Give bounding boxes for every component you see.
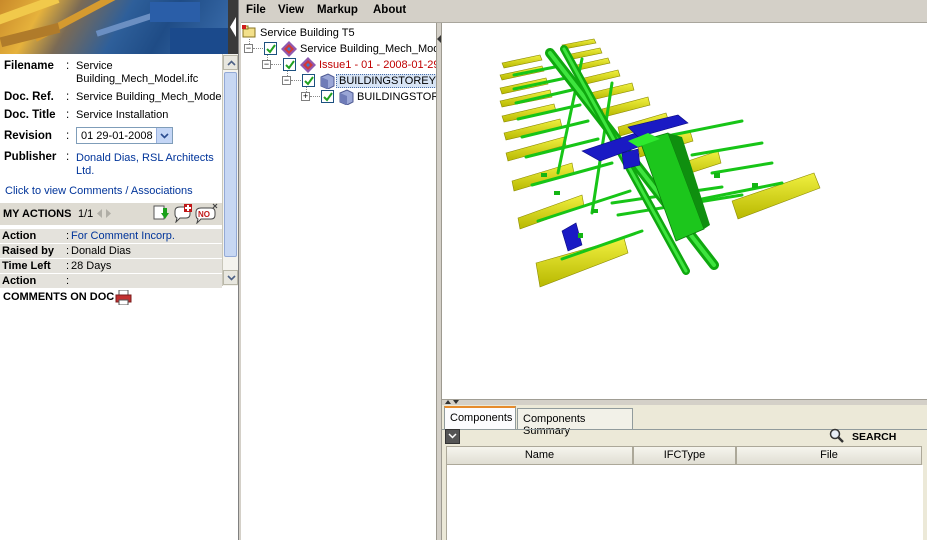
publisher-link[interactable]: Donald Dias, RSL Architects Ltd. [76,152,216,178]
components-table-body[interactable] [446,465,923,540]
ifc-issue-icon [300,57,316,73]
publisher-label: Publisher [4,151,57,163]
print-icon[interactable] [115,290,132,305]
model-tree: Service Building T5 − Service Building_M… [241,23,436,540]
checkmark-icon [304,76,314,86]
details-scrollbar[interactable] [222,54,239,286]
collapse-panel-button[interactable] [228,0,238,54]
time-left-row: Time Left : 28 Days [0,259,222,273]
colon: : [66,130,70,142]
storey-icon [320,73,335,89]
3d-model-viewer[interactable] [442,23,927,399]
comments-on-doc-title: COMMENTS ON DOC [3,291,115,303]
action-value-link[interactable]: For Comment Incorp. [71,230,175,242]
action-row: Action : For Comment Incorp. [0,229,222,243]
action-label: Action [2,230,37,242]
add-comment-icon[interactable] [173,204,193,223]
time-left-label: Time Left [2,260,51,272]
filename-label: Filename [4,60,54,72]
model-checkbox[interactable] [264,42,277,55]
no-label: NO [198,210,210,219]
colon: : [66,260,70,272]
tab-components-summary[interactable]: Components Summary [517,408,633,437]
collapse-storey-toggle[interactable]: − [282,76,291,85]
chevron-down-icon [448,433,457,439]
raised-by-row: Raised by : Donald Dias [0,244,222,258]
tree-storey-selected[interactable]: BUILDINGSTOREY [336,74,436,88]
raised-by-value: Donald Dias [71,245,131,257]
colon: : [66,60,70,72]
actions-pager: 1/1 [78,208,94,220]
download-document-icon[interactable] [152,205,170,223]
storey-checkbox[interactable] [302,74,315,87]
tab-components[interactable]: Components [444,406,516,429]
action-label: Action [2,275,37,287]
menu-view[interactable]: View [278,4,304,16]
scroll-down-button[interactable] [223,270,238,285]
checkmark-icon [285,60,295,70]
doctitle-value: Service Installation [76,109,169,121]
chevron-down-icon [227,275,236,281]
search-icon[interactable] [829,428,845,444]
revision-value: 01 29-01-2008 [81,130,153,142]
checkmark-icon [266,44,276,54]
my-actions-header: MY ACTIONS 1/1 NO [0,203,222,225]
project-folder-icon [242,25,256,38]
view-comments-link[interactable]: Click to view Comments / Associations [5,185,193,198]
ifc-model-icon [281,41,297,57]
docref-value: Service Building_Mech_Model [76,91,224,103]
issue-checkbox[interactable] [283,58,296,71]
pager-arrows-icon[interactable] [97,209,111,218]
tree-model-label[interactable]: Service Building_Mech_Model [300,43,436,55]
storey-icon [339,89,354,105]
revision-label: Revision [4,130,52,142]
collapse-model-toggle[interactable]: − [244,44,253,53]
my-actions-title: MY ACTIONS [3,208,72,220]
raised-by-label: Raised by [2,245,54,257]
scroll-thumb[interactable] [224,72,237,257]
chevron-left-icon [230,17,236,37]
menu-bar: File View Markup About [241,0,927,23]
column-ifctype[interactable]: IFCType [633,446,736,465]
collapse-issue-toggle[interactable]: − [262,60,271,69]
colon: : [66,230,70,242]
menu-file[interactable]: File [246,4,266,16]
expand-storey-toggle[interactable]: + [301,92,310,101]
checkmark-icon [323,92,333,102]
banner-image [0,0,228,54]
tree-issue-label[interactable]: Issue1 - 01 - 2008-01-29 [319,59,436,71]
filter-dropdown-button[interactable] [445,429,460,444]
time-left-value: 28 Days [71,260,112,272]
menu-markup[interactable]: Markup [317,4,358,16]
colon: : [66,109,70,121]
components-toolbar: SEARCH [444,428,925,445]
colon: : [66,275,70,287]
document-details-panel: Filename : Service Building_Mech_Model.i… [0,0,239,540]
doctitle-label: Doc. Title [4,109,56,121]
chevron-up-icon [227,60,236,66]
column-name[interactable]: Name [446,446,633,465]
mechanical-model-render[interactable] [442,23,927,399]
chevron-down-icon[interactable] [156,128,172,143]
menu-about[interactable]: About [373,4,406,16]
tree-root-label[interactable]: Service Building T5 [260,27,355,39]
scroll-up-button[interactable] [223,55,238,70]
tab-components-label: Components [450,412,513,424]
reject-action-icon[interactable]: NO [195,203,219,224]
docref-label: Doc. Ref. [4,91,54,103]
filename-value: Service Building_Mech_Model.ifc [76,60,199,85]
colon: : [66,151,70,163]
column-file[interactable]: File [736,446,922,465]
tree-storey2-label[interactable]: BUILDINGSTOREY [357,91,436,103]
components-table-header: Name IFCType File [446,446,922,465]
storey2-checkbox[interactable] [321,90,334,103]
colon: : [66,91,70,103]
action-row-2: Action : [0,274,222,288]
revision-select[interactable]: 01 29-01-2008 [76,127,173,144]
search-button[interactable]: SEARCH [852,431,896,443]
colon: : [66,245,70,257]
